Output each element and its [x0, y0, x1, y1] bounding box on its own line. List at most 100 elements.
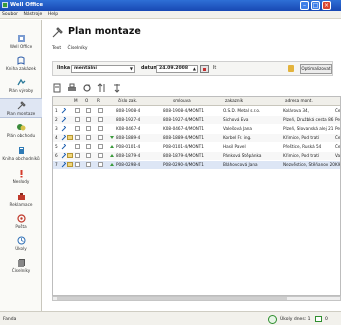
col-r[interactable]: R — [97, 98, 100, 103]
lock-icon[interactable] — [288, 65, 294, 72]
filter-icon[interactable] — [112, 83, 122, 93]
col-o[interactable]: O — [85, 98, 88, 103]
sidebar-item-well-office[interactable]: Well Office — [0, 34, 42, 49]
sort-icon[interactable] — [97, 83, 107, 93]
horizontal-scrollbar[interactable] — [52, 296, 341, 301]
mail-icon[interactable] — [67, 162, 73, 167]
checkbox-r[interactable] — [98, 153, 103, 158]
maximize-icon[interactable]: □ — [311, 1, 320, 10]
col-smlouva[interactable]: smlouva — [173, 98, 191, 103]
date-field[interactable]: 24.09.2008 ▲ — [156, 65, 198, 73]
sidebar-item-plan-montaze[interactable]: Plan montaze — [0, 98, 42, 118]
envelope-icon[interactable] — [315, 316, 322, 322]
cell-zakaznik: O.S.D. Metal s.r.o. — [223, 108, 261, 113]
orders-book-icon — [17, 56, 24, 65]
wrench-icon[interactable] — [61, 162, 66, 168]
arrow-up-icon — [110, 163, 114, 166]
checkbox-r[interactable] — [98, 144, 103, 149]
checkbox-o[interactable] — [86, 135, 91, 140]
cell-smlouva: 808-1879-4/MONT1 — [163, 153, 205, 158]
sidebar-item-plan-obchodu[interactable]: Plán obchodu — [0, 123, 42, 138]
sidebar-label: Plán výroby — [8, 88, 34, 93]
checkbox-r[interactable] — [98, 135, 103, 140]
menu-help[interactable]: Help — [46, 11, 60, 17]
row-number: 7 — [55, 162, 58, 167]
table-row[interactable]: 3 K08-0467-4 K08-0467-4/MONT1 Valešová Jana… — [53, 125, 340, 133]
checkbox-r[interactable] — [98, 162, 103, 167]
scrollbar-thumb[interactable] — [57, 297, 287, 300]
sidebar-label: Kniha zakázek — [6, 66, 36, 71]
table-row[interactable]: 2 808-1927-4 808-1927-4/MONT1 Šichová Eva Pl… — [53, 116, 340, 124]
cell-adresa: Přeštice, Ruská 54 — [283, 144, 322, 149]
checkbox-o[interactable] — [86, 144, 91, 149]
col-adresa[interactable]: adresa mont. — [285, 98, 313, 103]
new-document-icon[interactable] — [52, 83, 62, 93]
checkbox-m[interactable] — [75, 108, 80, 113]
wrench-icon[interactable] — [61, 108, 66, 114]
calendar-icon[interactable] — [200, 65, 209, 73]
tab-ciselniky[interactable]: Číselníky — [68, 46, 88, 51]
table-row[interactable]: 4 808-1889-4 808-1889-4/MONT1 Korbel Fr. in… — [53, 134, 340, 142]
checkbox-o[interactable] — [86, 126, 91, 131]
checkbox-o[interactable] — [86, 108, 91, 113]
checkbox-m[interactable] — [75, 126, 80, 131]
col-zakaznik[interactable]: zakazník — [225, 98, 243, 103]
checkbox-m[interactable] — [75, 144, 80, 149]
optimize-button[interactable]: Optimalizovat — [300, 64, 332, 74]
sidebar-item-ukoly[interactable]: Úkoly — [0, 236, 42, 251]
col-cislo[interactable]: číslo zak. — [118, 98, 137, 103]
checkbox-m[interactable] — [75, 162, 80, 167]
tasks-ok-icon[interactable] — [268, 315, 277, 324]
sidebar-item-kniha-zakazek[interactable]: Kniha zakázek — [0, 56, 42, 71]
table-row[interactable]: 5 P08-0101-4 P08-0101-4/MONT1 Hasil Pavel Př… — [53, 143, 340, 151]
row-number: 1 — [55, 108, 58, 113]
minimize-icon[interactable]: – — [300, 1, 309, 10]
mail-icon[interactable] — [67, 153, 73, 158]
sidebar-item-posta[interactable]: Pošta — [0, 214, 42, 229]
checkbox-m[interactable] — [75, 153, 80, 158]
sidebar-item-neshody[interactable]: Nesłody — [0, 169, 42, 184]
close-icon[interactable]: × — [322, 1, 331, 10]
table-row[interactable]: 7 P08-0298-4 P08-0290-4/MONT1 Bláhovcová Ja… — [53, 161, 340, 169]
checkbox-m[interactable] — [75, 135, 80, 140]
cell-smlouva: P08-0101-4/MONT1 — [163, 144, 204, 149]
arrow-down-icon — [110, 136, 114, 139]
print-icon[interactable] — [67, 83, 77, 93]
wrench-icon[interactable] — [61, 135, 66, 141]
cell-zakaznik: Valešová Jana — [223, 126, 252, 131]
wrench-icon[interactable] — [61, 117, 66, 123]
refresh-icon[interactable] — [82, 83, 92, 93]
issues-icon — [20, 170, 22, 178]
sidebar-item-kniha-obchodniku[interactable]: Kniha obchodníků — [0, 146, 42, 161]
wrench-icon[interactable] — [61, 144, 66, 150]
cell-zakaznik: Hasil Pavel — [223, 144, 246, 149]
sidebar-label: Reklamace — [9, 202, 33, 207]
col-m[interactable]: M — [74, 98, 78, 103]
production-plan-icon — [16, 78, 25, 86]
checkbox-o[interactable] — [86, 162, 91, 167]
checkbox-r[interactable] — [98, 117, 103, 122]
checkbox-r[interactable] — [98, 108, 103, 113]
cell-extra: Petr — [335, 126, 340, 131]
mail-icon[interactable] — [67, 135, 73, 140]
range-select[interactable]: mentální ▼ — [71, 65, 135, 73]
checkbox-m[interactable] — [75, 117, 80, 122]
page-title-icon — [52, 27, 63, 38]
sidebar-item-plan-vyroby[interactable]: Plán výroby — [0, 78, 42, 93]
wrench-icon[interactable] — [61, 153, 66, 159]
codebooks-icon — [17, 259, 25, 267]
table-row[interactable]: 1 808-1908-4 808-1908-4/MONT1 O.S.D. Metal … — [53, 107, 340, 115]
sidebar-item-ciselniky[interactable]: Číselníky — [0, 258, 42, 273]
range-select-value: mentální — [74, 66, 97, 71]
sidebar-item-reklamace[interactable]: Reklamace — [0, 192, 42, 207]
table-row[interactable]: 6 808-1879-4 808-1879-4/MONT1 Pánková Štěpá… — [53, 152, 340, 160]
status-tasks[interactable]: Úkoly dnes: 1 — [280, 317, 310, 322]
checkbox-r[interactable] — [98, 126, 103, 131]
wrench-icon[interactable] — [61, 126, 66, 132]
menu-soubor[interactable]: Soubor — [0, 11, 20, 17]
checkbox-o[interactable] — [86, 117, 91, 122]
tab-text[interactable]: Text — [52, 46, 61, 51]
assembly-table: M O R číslo zak. smlouva zakazník adresa… — [52, 96, 341, 296]
checkbox-o[interactable] — [86, 153, 91, 158]
menu-nastroje[interactable]: Nástroje — [22, 11, 45, 17]
